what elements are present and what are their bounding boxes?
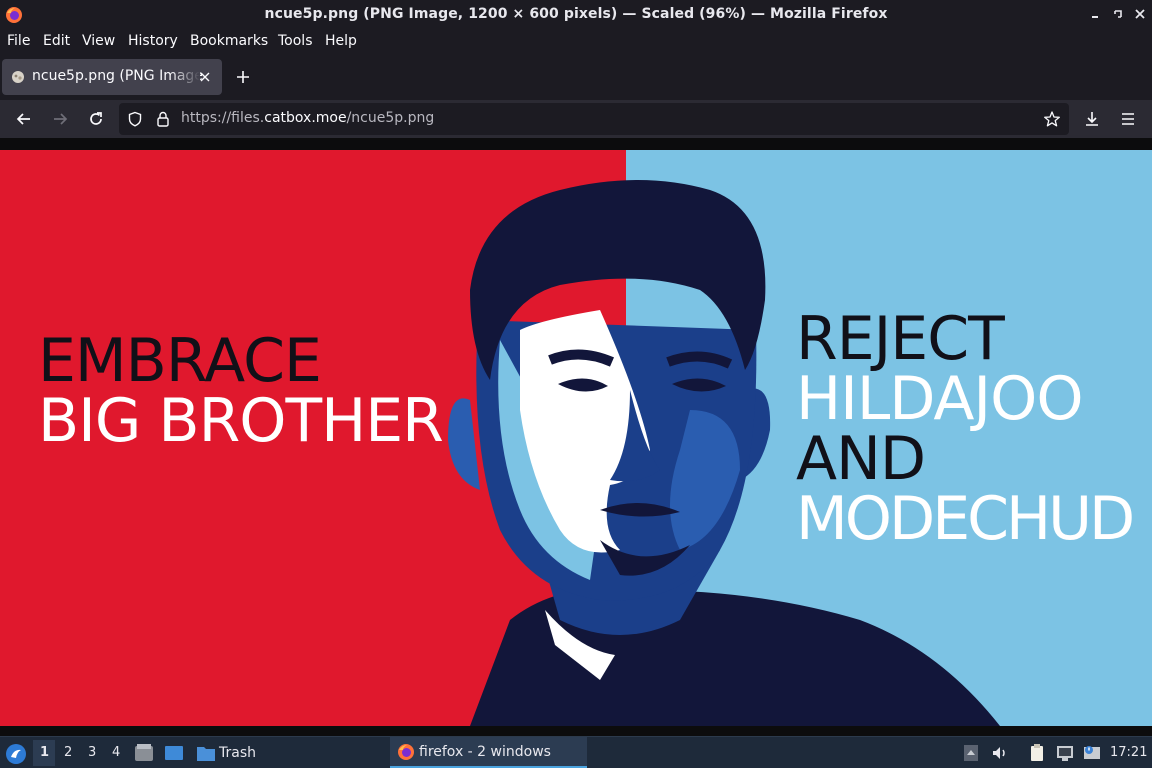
title-bar: ncue5p.png (PNG Image, 1200 × 600 pixels… (0, 0, 1152, 30)
forward-arrow-icon[interactable] (50, 109, 70, 129)
bookmark-star-icon[interactable] (1043, 110, 1061, 128)
menu-bookmarks[interactable]: Bookmarks (190, 33, 268, 49)
volume-icon[interactable] (991, 744, 1009, 762)
menu-view[interactable]: View (82, 33, 115, 49)
workspace-4[interactable]: 4 (112, 745, 120, 760)
menu-history[interactable]: History (128, 33, 178, 49)
network-icon[interactable] (1056, 744, 1074, 762)
url-bar[interactable]: https://files.catbox.moe/ncue5p.png (119, 103, 1069, 135)
taskbar: 1 2 3 4 Trash firefox - 2 windows 17:21 (0, 736, 1152, 768)
desktop-icon[interactable] (164, 744, 184, 762)
workspace-1[interactable]: 1 (40, 745, 49, 760)
url-text[interactable]: https://files.catbox.moe/ncue5p.png (181, 110, 434, 126)
file-manager-icon[interactable] (134, 744, 154, 762)
clipboard-icon[interactable] (1028, 744, 1046, 762)
nav-toolbar: https://files.catbox.moe/ncue5p.png (0, 100, 1152, 138)
maximize-icon[interactable] (1110, 6, 1126, 22)
tracking-shield-icon[interactable] (127, 111, 143, 127)
new-tab-icon[interactable] (234, 68, 252, 86)
trash-folder-icon[interactable] (196, 744, 216, 762)
window-title: ncue5p.png (PNG Image, 1200 × 600 pixels… (264, 6, 888, 22)
poster-left-line-2: BIG BROTHER (38, 386, 444, 456)
taskbar-firefox-task[interactable]: firefox - 2 windows (390, 737, 587, 768)
task-label: firefox - 2 windows (419, 744, 551, 760)
close-tab-icon[interactable] (198, 70, 212, 84)
menu-edit[interactable]: Edit (43, 33, 70, 49)
lock-icon[interactable] (155, 110, 171, 128)
app-menu-icon[interactable] (5, 743, 27, 765)
menu-file[interactable]: File (7, 33, 30, 49)
menu-tools[interactable]: Tools (278, 33, 313, 49)
page-content: EMBRACE BIG BROTHER REJECT HILDAJOO AND … (0, 138, 1152, 736)
menu-bar: File Edit View History Bookmarks Tools H… (0, 30, 1152, 54)
tab-ncue5p[interactable]: ncue5p.png (PNG Image, 1200 × 600 pixels… (2, 59, 222, 95)
poster-right-line-4: MODECHUD (796, 484, 1135, 554)
firefox-icon (398, 744, 414, 760)
workspace-2[interactable]: 2 (64, 745, 72, 760)
close-window-icon[interactable] (1132, 6, 1148, 22)
menu-help[interactable]: Help (325, 33, 357, 49)
poster-image: EMBRACE BIG BROTHER REJECT HILDAJOO AND … (0, 150, 1152, 726)
notification-icon[interactable] (1083, 744, 1101, 762)
workspace-3[interactable]: 3 (88, 745, 96, 760)
tab-strip: ncue5p.png (PNG Image, 1200 × 600 pixels… (0, 54, 1152, 100)
clock: 17:21 (1110, 745, 1148, 760)
trash-label[interactable]: Trash (219, 745, 256, 761)
reload-icon[interactable] (86, 109, 106, 129)
hamburger-menu-icon[interactable] (1118, 109, 1138, 129)
minimize-icon[interactable] (1087, 6, 1103, 22)
tray-up-arrow-icon[interactable] (962, 744, 980, 762)
back-arrow-icon[interactable] (14, 109, 34, 129)
image-favicon-icon (12, 71, 24, 83)
downloads-icon[interactable] (1082, 109, 1102, 129)
